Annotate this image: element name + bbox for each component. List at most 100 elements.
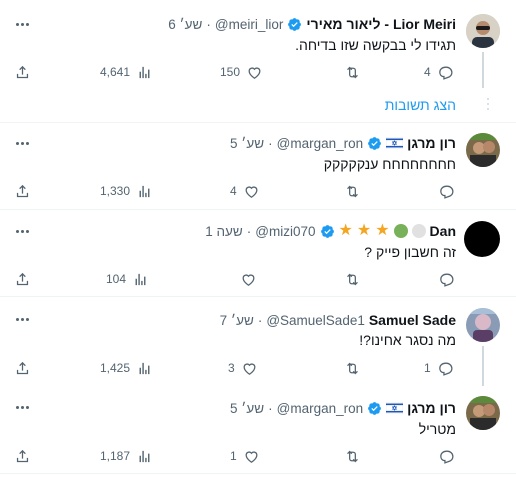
views-button[interactable]: 4,641	[100, 63, 153, 81]
handle[interactable]: @meiri_lior	[215, 17, 283, 32]
views-count: 1,187	[100, 449, 131, 463]
more-icon[interactable]	[12, 223, 32, 239]
timestamp[interactable]: שעה 1	[205, 224, 243, 239]
like-icon	[242, 273, 255, 286]
like-button[interactable]: 3	[228, 359, 258, 377]
tweet[interactable]: רון מרגן @margan_ron · 5 שע׳ מטריל 1 1,1…	[0, 386, 516, 474]
views-icon	[139, 185, 150, 197]
like-button[interactable]: 4	[230, 182, 260, 200]
avatar[interactable]	[466, 308, 500, 342]
more-icon[interactable]	[12, 135, 32, 151]
tweet-text: מה נסגר אחינו?!	[359, 332, 456, 348]
views-button[interactable]: 1,187	[100, 447, 153, 465]
retweet-button[interactable]	[344, 359, 361, 377]
avatar[interactable]	[466, 14, 500, 48]
like-button[interactable]	[240, 270, 257, 288]
thread-dots	[487, 98, 489, 110]
reply-icon	[438, 66, 453, 80]
verified-icon	[320, 224, 334, 238]
views-button[interactable]: 1,425	[100, 359, 153, 377]
more-icon[interactable]	[12, 311, 32, 327]
separator-dot: ·	[268, 135, 273, 151]
reply-button[interactable]: 4	[424, 63, 454, 81]
separator-dot: ·	[257, 312, 263, 328]
show-replies-link[interactable]: הצג תשובות	[385, 97, 456, 113]
like-icon	[245, 185, 258, 198]
like-count: 3	[228, 361, 235, 375]
retweet-icon	[347, 185, 358, 197]
display-name[interactable]: ליאור מאירי - Lior Meiri	[306, 16, 456, 32]
tweet[interactable]: רון מרגן @margan_ron · 5 שע׳ חחחחחחחח ענ…	[0, 123, 516, 210]
retweet-button[interactable]	[344, 182, 361, 200]
separator-dot: ·	[246, 223, 252, 239]
views-icon	[135, 273, 146, 285]
reply-icon	[438, 362, 453, 376]
retweet-icon	[347, 362, 358, 374]
tweet-text: זה חשבון פייק ?	[364, 244, 456, 260]
share-button[interactable]	[14, 63, 31, 81]
like-count: 1	[230, 449, 237, 463]
share-icon	[16, 361, 29, 374]
display-name[interactable]: Dan	[430, 223, 456, 239]
share-button[interactable]	[14, 182, 31, 200]
handle[interactable]: @SamuelSade1	[266, 313, 365, 328]
like-count: 150	[220, 65, 241, 79]
tweet[interactable]: Dan ★ ★ ★ @mizi070 · שעה 1 זה חשבון פייק…	[0, 211, 516, 297]
retweet-icon	[347, 450, 358, 462]
tweet-actions: 4 1,330	[0, 182, 516, 200]
views-count: 104	[106, 272, 127, 286]
display-name[interactable]: רון מרגן	[407, 135, 456, 151]
avatar[interactable]	[464, 221, 500, 257]
tweet-actions: 1 1,187	[0, 447, 516, 465]
retweet-button[interactable]	[344, 447, 361, 465]
reply-button[interactable]	[438, 270, 455, 288]
more-icon[interactable]	[12, 399, 32, 415]
views-button[interactable]: 104	[106, 270, 149, 288]
verified-icon	[288, 17, 302, 31]
star-icon: ★	[338, 222, 353, 239]
timestamp[interactable]: 7 שע׳	[220, 313, 254, 328]
handle[interactable]: @margan_ron	[277, 136, 364, 151]
timestamp[interactable]: 5 שע׳	[230, 136, 264, 151]
tweet-text: חחחחחחחח ענקקקקק	[323, 156, 456, 172]
timestamp[interactable]: 5 שע׳	[230, 401, 264, 416]
share-button[interactable]	[14, 359, 31, 377]
reply-icon	[440, 185, 454, 199]
reply-count: 1	[424, 361, 431, 375]
display-name[interactable]: Samuel Sade	[369, 312, 456, 328]
reply-count: 4	[424, 65, 431, 79]
star-icon: ★	[356, 222, 372, 239]
like-icon	[243, 362, 256, 375]
tweet-actions: 1 3 1,425	[0, 359, 516, 377]
israel-flag-icon	[386, 402, 404, 414]
reply-button[interactable]: 1	[424, 359, 454, 377]
display-name[interactable]: רון מרגן	[407, 400, 456, 416]
views-count: 1,330	[100, 184, 131, 198]
avatar[interactable]	[466, 396, 500, 430]
retweet-button[interactable]	[344, 270, 361, 288]
like-button[interactable]: 150	[220, 63, 263, 81]
green-circle-icon	[393, 224, 408, 238]
star-icon: ★	[375, 222, 390, 239]
timestamp[interactable]: 6 שע׳	[168, 17, 202, 32]
verified-icon	[368, 136, 382, 150]
retweet-icon	[347, 66, 358, 78]
handle[interactable]: @margan_ron	[277, 401, 364, 416]
like-icon	[245, 450, 258, 463]
reply-button[interactable]	[438, 182, 455, 200]
tweet[interactable]: Samuel Sade @SamuelSade1 · 7 שע׳ מה נסגר…	[0, 298, 516, 386]
avatar[interactable]	[466, 133, 500, 167]
share-button[interactable]	[14, 447, 31, 465]
tweet[interactable]: ליאור מאירי - Lior Meiri @meiri_lior · 6…	[0, 0, 516, 120]
reply-icon	[440, 450, 454, 464]
tweet-text: מטריל	[418, 421, 456, 437]
more-icon[interactable]	[12, 16, 32, 32]
retweet-button[interactable]	[344, 63, 361, 81]
handle[interactable]: @mizi070	[255, 224, 315, 239]
views-button[interactable]: 1,330	[100, 182, 153, 200]
share-button[interactable]	[14, 270, 31, 288]
separator-dot: ·	[268, 400, 273, 416]
views-icon	[139, 66, 150, 78]
like-button[interactable]: 1	[230, 447, 260, 465]
reply-button[interactable]	[438, 447, 455, 465]
